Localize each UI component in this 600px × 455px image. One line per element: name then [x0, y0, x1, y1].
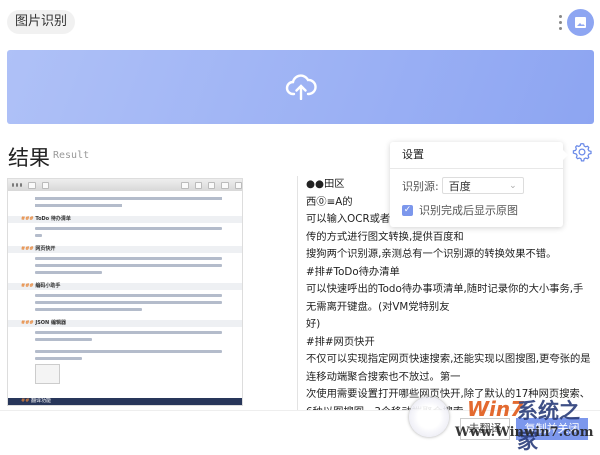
- ocr-line: 搜狗两个识别源,亲测总有一个识别源的转换效果不错。: [306, 248, 557, 260]
- gear-icon[interactable]: [572, 142, 592, 162]
- image-icon[interactable]: [567, 9, 594, 36]
- bottom-bar: [0, 410, 600, 447]
- preview-heading: ### JSON 编辑器: [8, 320, 242, 327]
- preview-toolbar: [8, 179, 242, 191]
- preview-heading: ## 翻译功能: [8, 398, 242, 405]
- preview-heading: ### 网页快开: [8, 246, 242, 253]
- source-value: 百度: [448, 179, 471, 193]
- upload-dropzone[interactable]: [7, 50, 594, 124]
- show-original-label[interactable]: 识别完成后显示原图: [419, 202, 518, 218]
- cloud-upload-icon: [285, 74, 317, 100]
- result-title: 结果: [8, 146, 50, 170]
- settings-title: 设置: [390, 142, 563, 169]
- settings-popover: 设置 识别源: 百度 ⌄ ✓ 识别完成后显示原图: [390, 142, 568, 227]
- more-vertical-icon[interactable]: [559, 15, 563, 33]
- ocr-line: 可以快速呼出的Todo待办事项清单,随时记录你的大小事务,手: [306, 283, 584, 295]
- preview-heading: ### ToDo 待办清单: [8, 216, 242, 223]
- ocr-line: #排#ToDo待办清单: [306, 265, 400, 278]
- ocr-line: 次使用需要设置打开哪些网页快开,除了默认的17种网页搜索、: [306, 388, 591, 400]
- ocr-line: 无需离开键盘。(对VM党特别友: [306, 300, 450, 313]
- chevron-down-icon: ⌄: [509, 180, 517, 191]
- app-title-pill[interactable]: 图片识别: [7, 10, 76, 34]
- source-select[interactable]: 百度 ⌄: [441, 177, 524, 194]
- ocr-line: #排#网页快开: [306, 335, 375, 348]
- show-original-checkbox[interactable]: ✓: [402, 204, 413, 216]
- ocr-line: 连移动端聚合搜索也不放过。第一: [306, 370, 461, 383]
- original-image-preview: ### ToDo 待办清单 ### 网页快开 ### 编码小助手 ### JSO…: [7, 178, 243, 406]
- copy-and-close-button[interactable]: 复制并关闭: [516, 418, 588, 440]
- source-label: 识别源:: [402, 179, 439, 193]
- ocr-line: 传的方式进行图文转换,提供百度和: [306, 230, 464, 243]
- ocr-line: 好): [306, 318, 321, 330]
- result-subtitle: Result: [53, 150, 90, 161]
- translate-button[interactable]: 未翻译: [460, 418, 510, 440]
- ocr-line: 不仅可以实现指定网页快速搜索,还能实现以图搜图,更夸张的是: [306, 353, 591, 365]
- preview-heading: ### 编码小助手: [8, 283, 242, 290]
